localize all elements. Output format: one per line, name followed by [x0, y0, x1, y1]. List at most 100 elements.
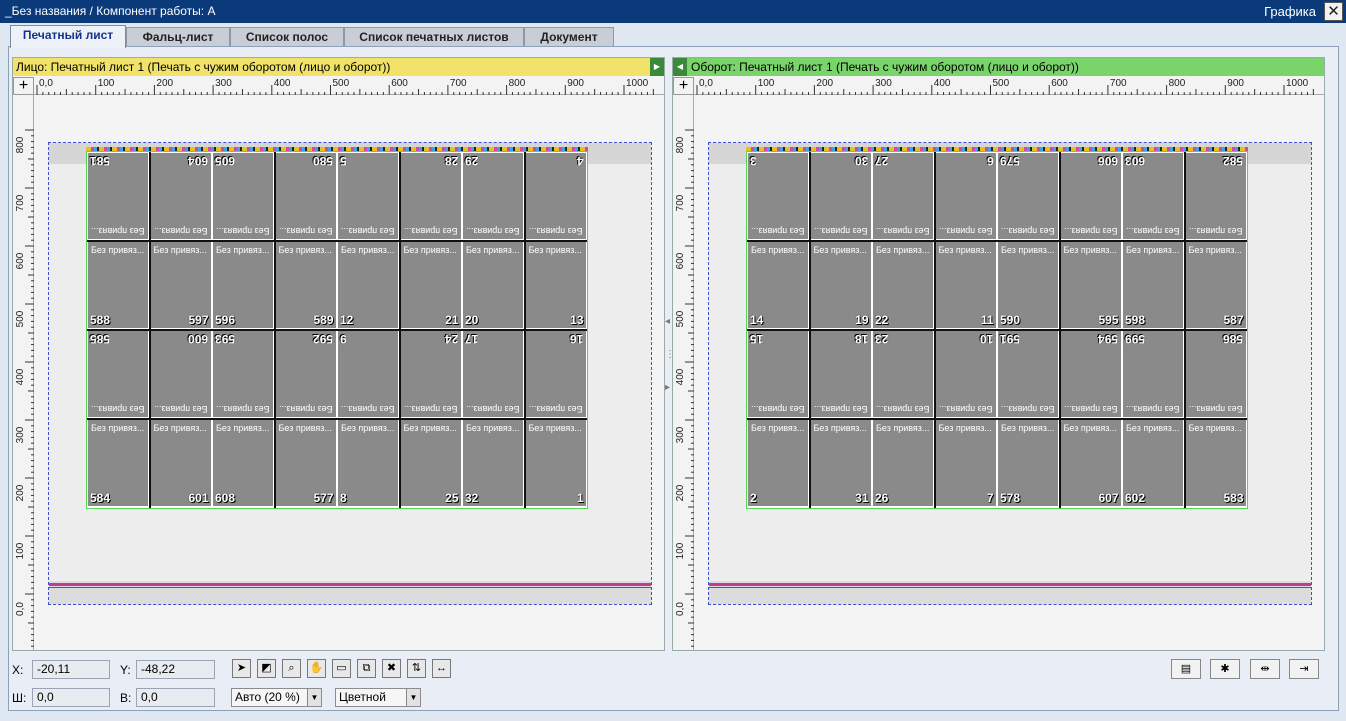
page-cell[interactable]: Без привяз... 600 — [149, 330, 212, 418]
color-mode-select[interactable]: Цветной ▼ — [335, 688, 421, 707]
expand-left-icon[interactable]: ◀ — [673, 58, 687, 76]
page-grid[interactable]: Без привяз... 3 Без привяз... 30 Без привяз.… — [746, 151, 1248, 509]
chevron-down-icon[interactable]: ▼ — [307, 689, 321, 706]
page-cell[interactable]: Без привяз... 9 — [337, 330, 399, 418]
page-cell[interactable]: Без привяз... 23 — [872, 330, 934, 418]
page-cell[interactable]: Без привяз... 8 — [337, 419, 399, 507]
page-cell[interactable]: Без привяз... 21 — [399, 241, 462, 329]
page-cell[interactable]: Без привяз... 27 — [872, 152, 934, 240]
expand-right-icon[interactable]: ▶ — [650, 58, 664, 76]
page-cell[interactable]: Без привяз... 580 — [274, 152, 337, 240]
delete-marks-icon[interactable]: ✖ — [382, 659, 401, 678]
page-cell[interactable]: Без привяз... 593 — [212, 330, 274, 418]
height-field[interactable]: 0,0 — [136, 688, 215, 707]
x-coordinate-field[interactable]: -20,11 — [32, 660, 110, 679]
tab-page-list[interactable]: Список полос — [230, 27, 344, 47]
page-cell[interactable]: Без привяз... 32 — [462, 419, 524, 507]
tab-document[interactable]: Документ — [524, 27, 614, 47]
page-cell[interactable]: Без привяз... 3 — [747, 152, 809, 240]
page-cell[interactable]: Без привяз... 599 — [1122, 330, 1184, 418]
crop-icon[interactable]: ▭ — [332, 659, 351, 678]
page-cell[interactable]: Без привяз... 589 — [274, 241, 337, 329]
page-cell[interactable]: Без привяз... 4 — [524, 152, 587, 240]
page-cell[interactable]: Без привяз... 603 — [1122, 152, 1184, 240]
ruler-origin-icon[interactable]: + — [13, 77, 34, 95]
page-cell[interactable]: Без привяз... 6 — [934, 152, 997, 240]
page-cell[interactable]: Без привяз... 604 — [149, 152, 212, 240]
copy-layout-icon[interactable]: ⧉ — [357, 659, 376, 678]
tab-print-sheet[interactable]: Печатный лист — [10, 25, 126, 48]
page-cell[interactable]: Без привяз... 590 — [997, 241, 1059, 329]
page-cell[interactable]: Без привяз... 583 — [1184, 419, 1247, 507]
page-cell[interactable]: Без привяз... 22 — [872, 241, 934, 329]
page-cell[interactable]: Без привяз... 582 — [1184, 152, 1247, 240]
move-icon[interactable]: ⇅ — [407, 659, 426, 678]
page-cell[interactable]: Без привяз... 17 — [462, 330, 524, 418]
page-cell[interactable]: Без привяз... 606 — [1059, 152, 1122, 240]
page-cell[interactable]: Без привяз... 7 — [934, 419, 997, 507]
page-cell[interactable]: Без привяз... 602 — [1122, 419, 1184, 507]
front-side-pane[interactable]: Лицо: Печатный лист 1 (Печать с чужим об… — [12, 57, 665, 651]
page-cell[interactable]: Без привяз... 24 — [399, 330, 462, 418]
align-icon[interactable]: ⇥ — [1289, 659, 1319, 679]
page-cell[interactable]: Без привяз... 31 — [809, 419, 872, 507]
page-cell[interactable]: Без привяз... 595 — [1059, 241, 1122, 329]
fit-width-icon[interactable]: ⇹ — [1250, 659, 1280, 679]
page-cell[interactable]: Без привяз... 597 — [149, 241, 212, 329]
page-cell[interactable]: Без привяз... 30 — [809, 152, 872, 240]
page-cell[interactable]: Без привяз... 16 — [524, 330, 587, 418]
splitter-handle[interactable]: ◂ ⋮ ▸ — [665, 316, 675, 393]
page-cell[interactable]: Без привяз... 605 — [212, 152, 274, 240]
page-cell[interactable]: Без привяз... 579 — [997, 152, 1059, 240]
page-cell[interactable]: Без привяз... 588 — [87, 241, 149, 329]
page-cell[interactable]: Без привяз... 11 — [934, 241, 997, 329]
zoom-select[interactable]: Авто (20 %) ▼ — [231, 688, 322, 707]
page-cell[interactable]: Без привяз... 577 — [274, 419, 337, 507]
select-area-icon[interactable]: ◩ — [257, 659, 276, 678]
hand-pan-icon[interactable]: ✋ — [307, 659, 326, 678]
page-cell[interactable]: Без привяз... 578 — [997, 419, 1059, 507]
page-cell[interactable]: Без привяз... 1 — [524, 419, 587, 507]
page-cell[interactable]: Без привяз... 592 — [274, 330, 337, 418]
page-cell[interactable]: Без привяз... 586 — [1184, 330, 1247, 418]
page-cell[interactable]: Без привяз... 596 — [212, 241, 274, 329]
page-cell[interactable]: Без привяз... 18 — [809, 330, 872, 418]
page-cell[interactable]: Без привяз... 15 — [747, 330, 809, 418]
page-grid[interactable]: Без привяз... 581 Без привяз... 604 Без прив… — [86, 151, 588, 509]
back-side-pane[interactable]: Оборот: Печатный лист 1 (Печать с чужим … — [672, 57, 1325, 651]
page-cell[interactable]: Без привяз... 584 — [87, 419, 149, 507]
tab-fold-sheet[interactable]: Фальц-лист — [126, 27, 230, 47]
page-cell[interactable]: Без привяз... 594 — [1059, 330, 1122, 418]
page-cell[interactable]: Без привяз... 591 — [997, 330, 1059, 418]
page-cell[interactable]: Без привяз... 19 — [809, 241, 872, 329]
page-cell[interactable]: Без привяз... 28 — [399, 152, 462, 240]
settings-icon[interactable]: ✱ — [1210, 659, 1240, 679]
page-cell[interactable]: Без привяз... 12 — [337, 241, 399, 329]
page-cell[interactable]: Без привяз... 598 — [1122, 241, 1184, 329]
page-cell[interactable]: Без привяз... 581 — [87, 152, 149, 240]
page-cell[interactable]: Без привяз... 5 — [337, 152, 399, 240]
zoom-icon[interactable]: ⌕ — [282, 659, 301, 678]
page-cell[interactable]: Без привяз... 2 — [747, 419, 809, 507]
page-cell[interactable]: Без привяз... 29 — [462, 152, 524, 240]
page-cell[interactable]: Без привяз... 608 — [212, 419, 274, 507]
page-cell[interactable]: Без привяз... 26 — [872, 419, 934, 507]
page-cell[interactable]: Без привяз... 13 — [524, 241, 587, 329]
sheet-canvas[interactable]: Без привяз... 3 Без привяз... 30 Без привяз.… — [695, 96, 1324, 650]
page-cell[interactable]: Без привяз... 587 — [1184, 241, 1247, 329]
y-coordinate-field[interactable]: -48,22 — [136, 660, 215, 679]
layout-view-icon[interactable]: ▤ — [1171, 659, 1201, 679]
page-cell[interactable]: Без привяз... 607 — [1059, 419, 1122, 507]
page-cell[interactable]: Без привяз... 20 — [462, 241, 524, 329]
width-field[interactable]: 0,0 — [32, 688, 110, 707]
close-icon[interactable]: ✕ — [1324, 2, 1343, 21]
ruler-origin-icon[interactable]: + — [673, 77, 694, 95]
chevron-down-icon[interactable]: ▼ — [406, 689, 420, 706]
measure-icon[interactable]: ↔ — [432, 659, 451, 678]
page-cell[interactable]: Без привяз... 585 — [87, 330, 149, 418]
page-cell[interactable]: Без привяз... 25 — [399, 419, 462, 507]
tab-sheet-list[interactable]: Список печатных листов — [344, 27, 524, 47]
page-cell[interactable]: Без привяз... 10 — [934, 330, 997, 418]
select-arrow-icon[interactable]: ➤ — [232, 659, 251, 678]
page-cell[interactable]: Без привяз... 601 — [149, 419, 212, 507]
